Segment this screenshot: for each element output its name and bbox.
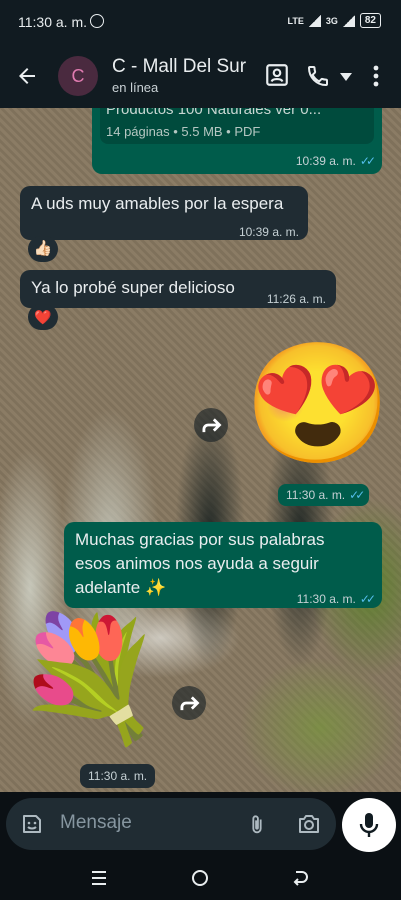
status-bar: 11:30 a. m. LTE 3G 82: [0, 0, 401, 44]
contact-status: en línea: [112, 80, 159, 95]
message-input[interactable]: [58, 811, 222, 835]
message-time: 11:30 a. m.: [296, 592, 356, 606]
phone-icon[interactable]: [306, 64, 330, 88]
chat-area[interactable]: Productos 100 Naturales ver 0... 14 pági…: [0, 108, 401, 792]
contact-name[interactable]: C - Mall Del Sur: [112, 56, 252, 78]
3g-label: 3G: [325, 15, 338, 26]
android-nav-bar: [0, 856, 401, 900]
incoming-message[interactable]: Ya lo probé super delicioso 11:26 a. m.: [20, 270, 336, 308]
camera-icon[interactable]: [296, 812, 322, 836]
sticker-meta: 11:30 a. m. ✓✓: [278, 484, 370, 506]
message-composer: [6, 798, 336, 850]
message-time: 10:39 a. m.: [238, 225, 299, 239]
battery-indicator: 82: [359, 13, 381, 28]
network-status: LTE 3G 82: [288, 13, 381, 28]
mic-icon: [359, 813, 379, 837]
mic-button[interactable]: [342, 798, 396, 852]
message-text: A uds muy amables por la espera: [31, 194, 284, 213]
forward-icon[interactable]: [194, 408, 228, 442]
reaction-badge[interactable]: ❤️: [28, 304, 58, 330]
whatsapp-notification-icon: [90, 14, 104, 28]
dropdown-icon[interactable]: [340, 72, 352, 82]
avatar[interactable]: C: [58, 56, 98, 96]
message-time: 11:30 a. m.: [88, 769, 148, 783]
nav-back-icon[interactable]: [290, 868, 310, 888]
message-time: 11:26 a. m.: [266, 292, 326, 306]
outgoing-message[interactable]: Muchas gracias por sus palabras esos ani…: [64, 522, 382, 608]
document-meta: 14 páginas • 5.5 MB • PDF: [106, 124, 261, 139]
incoming-message[interactable]: A uds muy amables por la espera 10:39 a.…: [20, 186, 308, 240]
attach-icon[interactable]: [246, 812, 268, 838]
message-meta: 10:39 a. m. ✓✓: [295, 148, 376, 173]
signal-icon: [308, 14, 321, 27]
reaction-badge[interactable]: 👍🏻: [28, 236, 58, 262]
lte-label: LTE: [287, 15, 304, 26]
message-time: 10:39 a. m.: [295, 154, 356, 168]
nav-home-icon[interactable]: [190, 868, 210, 888]
back-arrow-icon[interactable]: [14, 64, 40, 88]
chat-header: C C - Mall Del Sur en línea: [0, 44, 401, 108]
signal-icon-2: [342, 14, 355, 27]
sticker-meta: 11:30 a. m.: [80, 764, 156, 788]
message-text: Ya lo probé super delicioso: [31, 278, 235, 297]
message-time: 11:30 a. m.: [286, 488, 346, 502]
contact-card-icon[interactable]: [264, 62, 290, 88]
forward-icon[interactable]: [172, 686, 206, 720]
more-vert-icon[interactable]: [366, 64, 386, 88]
sticker[interactable]: 💐: [14, 614, 163, 744]
read-tick-icon: ✓✓: [359, 154, 376, 168]
status-time: 11:30 a. m.: [18, 14, 88, 30]
message-meta: 11:30 a. m. ✓✓: [296, 586, 376, 611]
read-tick-icon: ✓✓: [359, 592, 376, 606]
nav-menu-icon[interactable]: [90, 868, 108, 888]
document-message[interactable]: Productos 100 Naturales ver 0... 14 pági…: [92, 108, 382, 174]
read-tick-icon: ✓✓: [349, 488, 365, 502]
sticker[interactable]: 😍: [244, 340, 391, 468]
sticker-icon[interactable]: [20, 812, 44, 836]
